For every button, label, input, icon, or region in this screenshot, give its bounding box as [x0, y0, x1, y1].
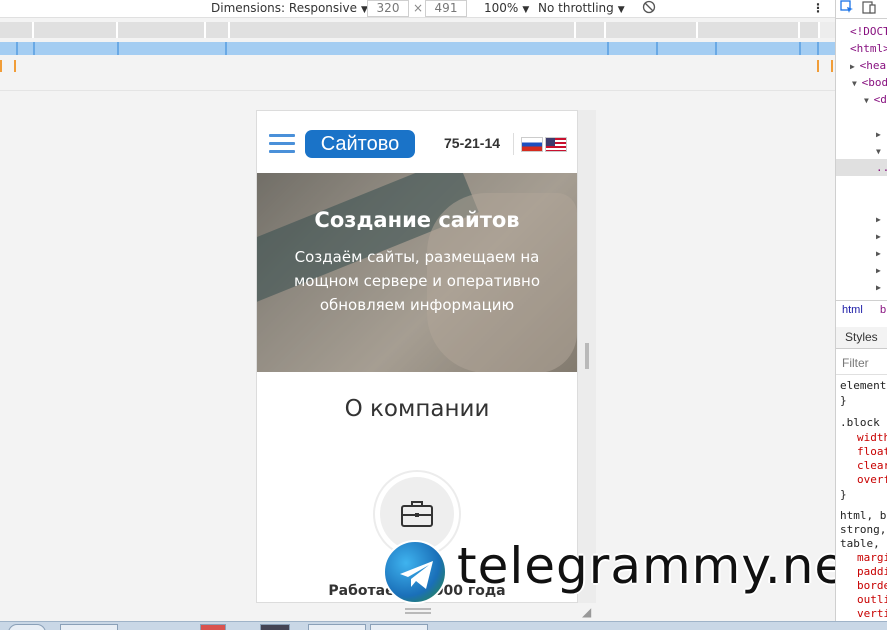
zoom-dropdown[interactable]: 100% ▼: [484, 1, 529, 17]
breadcrumb-html[interactable]: html: [842, 304, 863, 316]
hamburger-menu-icon[interactable]: [269, 134, 295, 154]
device-toggle-icon[interactable]: [862, 0, 876, 17]
briefcase-icon: [401, 501, 433, 527]
dom-node[interactable]: ▼ -: [876, 144, 887, 157]
dom-node[interactable]: ▶ -: [876, 246, 887, 259]
zoom-label: 100%: [484, 1, 519, 15]
taskbar-item[interactable]: [370, 624, 428, 630]
dom-node[interactable]: ▶ -: [876, 229, 887, 242]
css-property[interactable]: margi: [857, 551, 887, 564]
viewport-resize-corner-icon[interactable]: ◢: [582, 605, 591, 619]
viewport-resize-handle-right[interactable]: [585, 343, 589, 369]
css-property[interactable]: width: [857, 431, 887, 444]
height-input[interactable]: 491: [425, 0, 467, 17]
phone-number[interactable]: 75-21-14: [444, 135, 500, 151]
devtools-window: Dimensions: Responsive ▼ 320 × 491 100% ▼ …: [0, 0, 887, 630]
dom-node[interactable]: <!DOCT: [850, 25, 887, 38]
expand-icon[interactable]: ▶: [876, 283, 886, 292]
css-selector[interactable]: }: [840, 488, 847, 501]
site-header: Сайтово 75-21-14: [257, 111, 577, 173]
more-options-icon[interactable]: ⋮: [812, 1, 824, 15]
breadcrumb-body[interactable]: b: [880, 304, 886, 316]
media-query-bar-max-width[interactable]: [0, 22, 835, 38]
ruler-divider: [0, 90, 835, 91]
dom-node[interactable]: ▶ -: [876, 127, 887, 140]
hero-description: Создаём сайты, размещаем на мощном серве…: [293, 248, 541, 314]
tab-styles[interactable]: Styles: [836, 327, 887, 349]
css-selector[interactable]: .block: [840, 416, 880, 429]
dom-node[interactable]: ▶ <hea: [850, 59, 886, 72]
taskbar-item[interactable]: [200, 624, 226, 630]
css-property[interactable]: verti: [857, 607, 887, 620]
dom-node-label: <bod: [861, 76, 887, 89]
hero-banner: Создание сайтов Создаём сайты, размещаем…: [257, 173, 577, 372]
russian-flag-icon[interactable]: [521, 137, 543, 152]
devtools-elements-panel: <!DOCT<html>▶ <hea▼ <bod▼ <di▶ -▼ -...▶ …: [835, 0, 887, 630]
width-input[interactable]: 320: [367, 0, 409, 17]
times-icon: ×: [413, 1, 424, 15]
dimensions-dropdown[interactable]: Dimensions: Responsive ▼: [211, 1, 368, 17]
us-flag-icon[interactable]: [545, 137, 567, 152]
collapse-icon[interactable]: ▼: [864, 96, 874, 105]
device-toolbar: Dimensions: Responsive ▼ 320 × 491 100% ▼ …: [0, 0, 835, 18]
styles-filter-input[interactable]: Filter: [836, 351, 887, 375]
inspect-element-icon[interactable]: [840, 0, 854, 17]
css-property[interactable]: clear: [857, 459, 887, 472]
taskbar-item[interactable]: [260, 624, 290, 630]
throttling-dropdown[interactable]: No throttling ▼: [538, 1, 625, 17]
site-logo[interactable]: Сайтово: [305, 130, 415, 158]
css-property[interactable]: float: [857, 445, 887, 458]
css-selector[interactable]: table,: [840, 537, 880, 550]
dom-node[interactable]: ...: [876, 161, 887, 174]
expand-icon[interactable]: ▶: [876, 249, 886, 258]
chevron-down-icon: ▼: [617, 5, 625, 15]
expand-icon[interactable]: ▶: [876, 215, 886, 224]
dom-node[interactable]: ▶ -: [876, 212, 887, 225]
css-selector[interactable]: html, b: [840, 509, 886, 522]
hero-title: Создание сайтов: [314, 208, 520, 232]
dom-node-label: <hea: [859, 59, 887, 72]
expand-icon[interactable]: ▶: [850, 62, 860, 71]
expand-icon[interactable]: ▶: [876, 130, 886, 139]
os-taskbar: [0, 621, 887, 630]
media-query-bar-min-width[interactable]: [0, 60, 835, 72]
about-heading: О компании: [344, 396, 490, 422]
dom-node[interactable]: ▼ <di: [864, 93, 887, 106]
dom-node[interactable]: <html>: [850, 42, 887, 55]
watermark-text: telegrammy.net: [457, 537, 867, 595]
css-property[interactable]: overf: [857, 473, 887, 486]
chevron-down-icon: ▼: [522, 5, 530, 15]
dom-node-label: <html>: [850, 42, 887, 55]
viewport-resize-handle-bottom[interactable]: [405, 608, 431, 614]
expand-icon[interactable]: ▶: [876, 266, 886, 275]
css-selector[interactable]: strong,: [840, 523, 886, 536]
telegram-logo-icon: [383, 540, 447, 604]
css-property[interactable]: outli: [857, 593, 887, 606]
media-query-bar-min-max[interactable]: [0, 42, 835, 55]
header-divider: [513, 133, 514, 155]
dom-node[interactable]: ▶ -: [876, 280, 887, 293]
css-property[interactable]: paddi: [857, 565, 887, 578]
css-selector[interactable]: element: [840, 379, 886, 392]
css-property[interactable]: borde: [857, 579, 887, 592]
taskbar-item[interactable]: [308, 624, 366, 630]
collapse-icon[interactable]: ▼: [852, 79, 862, 88]
dom-node[interactable]: ▶ -: [876, 263, 887, 276]
rotate-icon[interactable]: [642, 0, 656, 17]
dom-node-label: ...: [876, 161, 887, 174]
dom-node-label: <!DOCT: [850, 25, 887, 38]
dom-node-label: <di: [873, 93, 887, 106]
css-selector[interactable]: }: [840, 394, 847, 407]
dom-node[interactable]: ▼ <bod: [852, 76, 887, 89]
expand-icon[interactable]: ▶: [876, 232, 886, 241]
collapse-icon[interactable]: ▼: [876, 147, 886, 156]
taskbar-item[interactable]: [60, 624, 118, 630]
start-button[interactable]: [8, 624, 46, 630]
device-viewport: Сайтово 75-21-14 Создание сайтов Создаём…: [256, 110, 578, 603]
dimensions-label: Dimensions: Responsive: [211, 1, 357, 15]
throttling-label: No throttling: [538, 1, 614, 15]
